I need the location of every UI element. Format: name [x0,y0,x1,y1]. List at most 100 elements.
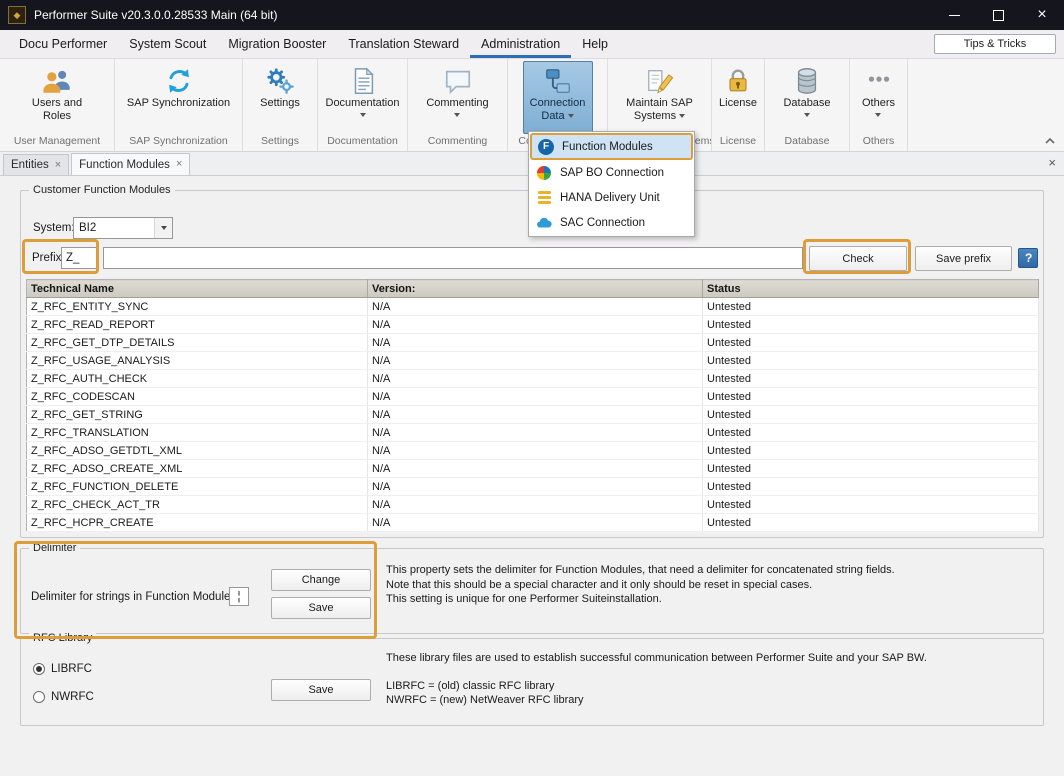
titlebar: ◆ Performer Suite v20.3.0.0.28533 Main (… [0,0,1064,30]
minimize-button[interactable] [932,0,976,30]
save-rfc-library-button[interactable]: Save [271,679,371,701]
prefix-input[interactable] [61,247,97,269]
nwrfc-note: NWRFC = (new) NetWeaver RFC library [386,693,584,708]
connection-data-menu: F Function Modules SAP BO Connection HAN… [528,131,695,237]
maximize-button[interactable] [976,0,1020,30]
change-delimiter-button[interactable]: Change [271,569,371,591]
menu-item-label: SAP BO Connection [560,167,664,179]
cell-technical-name: Z_RFC_ADSO_CREATE_XML [27,460,368,478]
menu-help[interactable]: Help [571,30,619,58]
prefix-filter-input[interactable] [103,247,803,269]
maximize-icon [993,10,1004,21]
delimiter-group: Delimiter Delimiter for strings in Funct… [20,548,1044,634]
system-value: BI2 [74,222,154,234]
table-row[interactable]: Z_RFC_CODESCAN N/A Untested [27,388,1039,406]
table-row[interactable]: Z_RFC_CHECK_ACT_TR N/A Untested [27,496,1039,514]
tab-entities[interactable]: Entities × [3,154,69,175]
radio-selected-icon [33,663,45,675]
cell-status: Untested [703,316,1039,334]
collapse-ribbon-button[interactable] [1044,134,1056,146]
settings-button[interactable]: Settings [244,61,316,134]
ribbon-group-settings: Settings Settings [243,59,318,151]
menu-system-scout[interactable]: System Scout [118,30,217,58]
cell-version: N/A [368,388,703,406]
menu-item-label: HANA Delivery Unit [560,192,660,204]
group-label-settings: Settings [243,134,317,151]
table-row[interactable]: Z_RFC_AUTH_CHECK N/A Untested [27,370,1039,388]
chevron-down-icon [679,114,685,118]
sap-synchronization-button[interactable]: SAP Synchronization [116,61,242,134]
librfc-radio[interactable]: LIBRFC [33,663,92,675]
ribbon-group-commenting: Commenting Commenting [408,59,508,151]
nwrfc-radio-label: NWRFC [51,691,94,703]
table-row[interactable]: Z_RFC_GET_DTP_DETAILS N/A Untested [27,334,1039,352]
nwrfc-radio[interactable]: NWRFC [33,691,94,703]
menu-item-hana-delivery-unit[interactable]: HANA Delivery Unit [530,185,693,210]
minimize-icon [949,15,960,16]
save-prefix-button[interactable]: Save prefix [915,246,1012,271]
app-icon: ◆ [8,6,26,24]
save-delimiter-button[interactable]: Save [271,597,371,619]
cell-technical-name: Z_RFC_TRANSLATION [27,424,368,442]
menu-migration-booster[interactable]: Migration Booster [217,30,337,58]
commenting-label: Commenting [426,97,488,109]
group-label-user-management: User Management [0,134,114,151]
table-row[interactable]: Z_RFC_ENTITY_SYNC N/A Untested [27,298,1039,316]
table-row[interactable]: Z_RFC_TRANSLATION N/A Untested [27,424,1039,442]
ribbon-group-user-management: Users and Roles User Management [0,59,115,151]
menu-item-sac-connection[interactable]: SAC Connection [530,210,693,235]
close-button[interactable]: × [1020,0,1064,30]
documentation-button[interactable]: Documentation [318,61,407,134]
system-select[interactable]: BI2 [73,217,173,239]
dropdown-arrow-icon [154,218,172,238]
table-row[interactable]: Z_RFC_USAGE_ANALYSIS N/A Untested [27,352,1039,370]
menu-item-function-modules[interactable]: F Function Modules [530,133,693,160]
column-header-status[interactable]: Status [703,280,1039,298]
radio-unselected-icon [33,691,45,703]
table-row[interactable]: Z_RFC_ADSO_CREATE_XML N/A Untested [27,460,1039,478]
help-button[interactable]: ? [1018,248,1038,268]
column-header-technical-name[interactable]: Technical Name [27,280,368,298]
menu-administration[interactable]: Administration [470,30,571,58]
license-button[interactable]: License [712,61,764,134]
close-tab-icon[interactable]: × [55,160,61,171]
table-row[interactable]: Z_RFC_ADSO_GETDTL_XML N/A Untested [27,442,1039,460]
group-label-database: Database [765,134,849,151]
table-row[interactable]: Z_RFC_READ_REPORT N/A Untested [27,316,1039,334]
users-and-roles-button[interactable]: Users and Roles [15,61,99,134]
ribbon-group-sap-synchronization: SAP Synchronization SAP Synchronization [115,59,243,151]
app-icon-glyph: ◆ [14,11,21,20]
cell-version: N/A [368,370,703,388]
delimiter-input[interactable] [229,587,249,606]
commenting-button[interactable]: Commenting [409,61,507,134]
close-tab-icon[interactable]: × [176,159,182,170]
group-title: Customer Function Modules [29,183,175,197]
sap-synchronization-label: SAP Synchronization [127,97,230,109]
rfc-library-description: These library files are used to establis… [386,651,927,666]
hana-delivery-unit-icon [536,190,552,206]
cell-version: N/A [368,298,703,316]
menu-translation-steward[interactable]: Translation Steward [337,30,470,58]
database-button[interactable]: Database [767,61,847,134]
tips-tricks-button[interactable]: Tips & Tricks [934,34,1056,54]
others-button[interactable]: Others [850,61,907,134]
table-body: Z_RFC_ENTITY_SYNC N/A Untested Z_RFC_REA… [27,298,1039,532]
column-header-version[interactable]: Version: [368,280,703,298]
tab-function-modules[interactable]: Function Modules × [71,153,190,175]
check-button[interactable]: Check [809,246,907,271]
sac-cloud-icon [536,215,552,231]
delimiter-description-line-3: This setting is unique for one Performer… [386,592,895,607]
group-label-commenting: Commenting [408,134,507,151]
cell-technical-name: Z_RFC_CHECK_ACT_TR [27,496,368,514]
sync-icon [164,66,194,96]
cell-version: N/A [368,460,703,478]
menu-item-sap-bo-connection[interactable]: SAP BO Connection [530,160,693,185]
table-row[interactable]: Z_RFC_FUNCTION_DELETE N/A Untested [27,478,1039,496]
table-row[interactable]: Z_RFC_GET_STRING N/A Untested [27,406,1039,424]
connection-data-button[interactable]: Connection Data [523,61,593,134]
maintain-sap-systems-button[interactable]: Maintain SAP Systems [609,61,711,134]
menu-docu-performer[interactable]: Docu Performer [8,30,118,58]
document-icon [348,66,378,96]
table-row[interactable]: Z_RFC_HCPR_CREATE N/A Untested [27,514,1039,532]
close-pane-icon[interactable]: × [1048,156,1056,169]
